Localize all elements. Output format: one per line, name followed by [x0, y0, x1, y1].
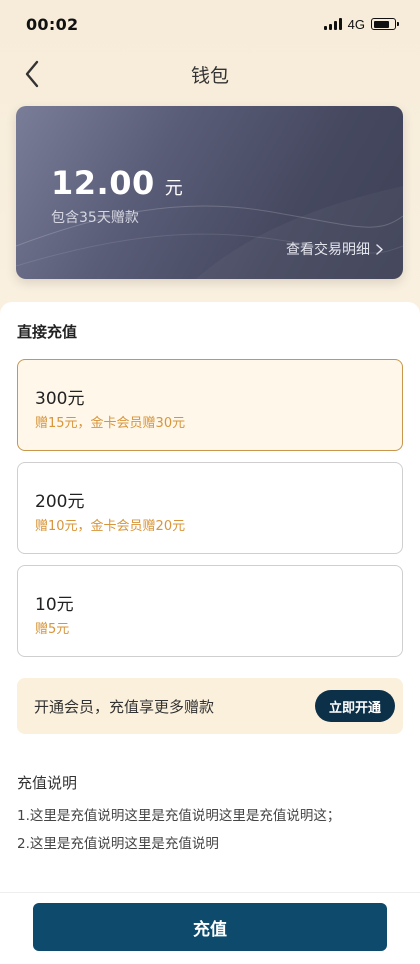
section-title: 直接充值 [17, 323, 78, 341]
status-bar: 00:02 4G [0, 0, 420, 48]
wallet-card: 12.00 元 包含35天赠款 查看交易明细 [16, 106, 403, 279]
balance-unit: 元 [164, 178, 183, 199]
bottom-divider [0, 892, 420, 893]
balance-row: 12.00 元 [51, 164, 183, 202]
recharge-option-10[interactable]: 10元 赠5元 [17, 565, 403, 657]
network-type: 4G [347, 16, 365, 32]
signal-icon [323, 18, 342, 30]
note-line: 2.这里是充值说明这里是充值说明 [17, 836, 219, 852]
balance-amount: 12.00 [51, 164, 155, 202]
battery-icon [371, 18, 399, 30]
recharge-option-200[interactable]: 200元 赠10元，金卡会员赠20元 [17, 462, 403, 554]
member-promo-text: 开通会员，充值享更多赠款 [34, 697, 215, 716]
option-bonus: 赠5元 [35, 622, 70, 637]
option-bonus: 赠10元，金卡会员赠20元 [35, 519, 186, 534]
option-amount: 10元 [35, 595, 74, 615]
status-indicators: 4G [323, 16, 399, 32]
transaction-detail-link[interactable]: 查看交易明细 [286, 239, 383, 259]
option-amount: 300元 [35, 389, 85, 409]
transaction-detail-label: 查看交易明细 [286, 242, 370, 258]
page-title: 钱包 [190, 64, 229, 87]
status-time: 00:02 [26, 14, 79, 34]
option-bonus: 赠15元，金卡会员赠30元 [35, 416, 186, 431]
option-amount: 200元 [35, 492, 85, 512]
recharge-panel: 直接充值 300元 赠15元，金卡会员赠30元 200元 赠10元，金卡会员赠2… [0, 302, 420, 964]
recharge-option-300[interactable]: 300元 赠15元，金卡会员赠30元 [17, 359, 403, 451]
balance-subtitle: 包含35天赠款 [51, 210, 139, 226]
activate-member-button[interactable]: 立即开通 [314, 690, 395, 722]
back-button[interactable] [14, 56, 50, 92]
notes-title: 充值说明 [17, 774, 78, 792]
nav-bar: 钱包 [0, 52, 420, 96]
note-line: 1.这里是充值说明这里是充值说明这里是充值说明这； [17, 808, 341, 824]
chevron-left-icon [25, 60, 39, 88]
recharge-button[interactable]: 充值 [33, 903, 387, 951]
member-promo-bar: 开通会员，充值享更多赠款 立即开通 [17, 678, 403, 734]
chevron-right-icon [376, 243, 383, 255]
